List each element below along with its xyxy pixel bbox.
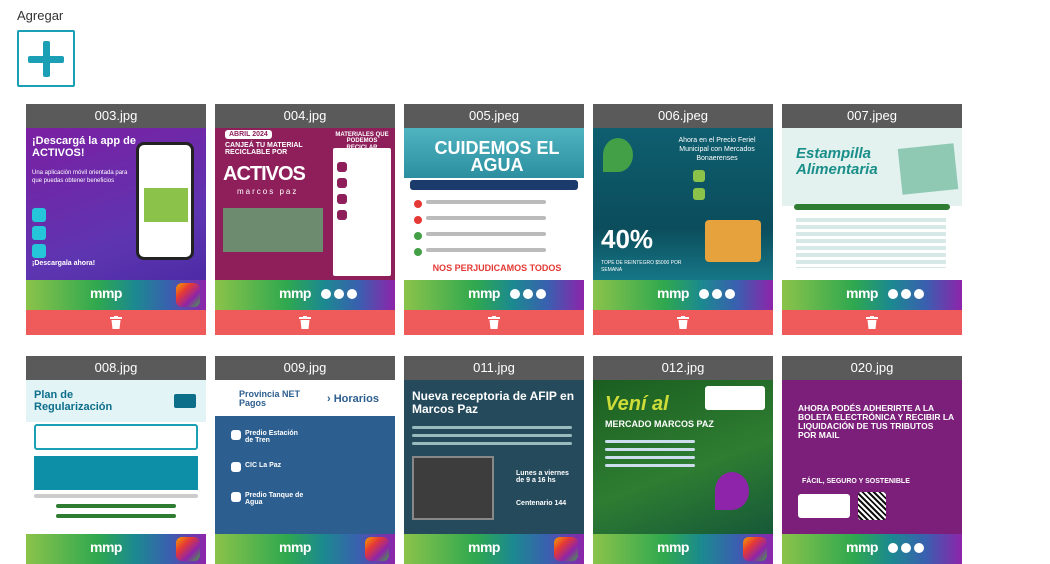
thumb-title: Estampilla Alimentaria [796,145,878,178]
image-thumbnail[interactable]: Nueva receptoria de AFIP en Marcos Paz L… [404,380,584,564]
file-card: 009.jpg Provincia NET Pagos › Horarios P… [215,356,395,564]
thumb-title: AHORA PODÉS ADHERIRTE A LA BOLETA ELECTR… [798,403,954,440]
file-name: 020.jpg [782,356,962,380]
file-card: 004.jpg ABRIL 2024 CANJEÁ TU MATERIAL RE… [215,104,395,335]
image-thumbnail[interactable]: Estampilla Alimentaria mmp [782,128,962,310]
brand-logo: mmp [279,539,311,555]
trash-icon [677,316,689,329]
delete-button[interactable] [26,310,206,335]
file-card: 012.jpg Vení al MERCADO MARCOS PAZ mmp [593,356,773,564]
thumb-item: CIC La Paz [245,462,282,469]
trash-icon [866,316,878,329]
thumb-alert: NOS PERJUDICAMOS TODOS [432,263,562,273]
image-thumbnail[interactable]: CUIDEMOS EL AGUA NOS PERJUDICAMOS TODOS … [404,128,584,310]
delete-button[interactable] [215,310,395,335]
image-thumbnail[interactable]: ¡Descargá la app de ACTIVOS! Una aplicac… [26,128,206,310]
thumb-title: Provincia NET Pagos [239,389,301,409]
file-card: 011.jpg Nueva receptoria de AFIP en Marc… [404,356,584,564]
file-name: 007.jpeg [782,104,962,128]
thumb-addr: Centenario 144 [516,500,567,507]
file-name: 004.jpg [215,104,395,128]
thumb-title: CUIDEMOS EL AGUA [434,138,560,176]
thumb-pct: 40% [601,224,654,254]
thumb-item: Predio Estación de Tren [245,430,298,445]
brand-logo: mmp [279,285,311,301]
thumb-tag: ABRIL 2024 [225,130,272,139]
delete-button[interactable] [782,310,962,335]
brand-logo: mmp [657,539,689,555]
file-name: 009.jpg [215,356,395,380]
thumb-title: Nueva receptoria de AFIP en Marcos Paz [412,389,575,416]
image-thumbnail[interactable]: Provincia NET Pagos › Horarios Predio Es… [215,380,395,564]
file-card: 003.jpg ¡Descargá la app de ACTIVOS! Una… [26,104,206,335]
brand-logo: mmp [657,285,689,301]
file-card: 007.jpeg Estampilla Alimentaria mmp [782,104,962,335]
brand-logo: mmp [90,285,122,301]
thumb-title: Vení al [605,393,669,415]
thumb-item: Predio Tanque de Agua [245,492,304,507]
thumb-title: Ahora en el Precio Feriel Municipal con … [678,137,756,163]
file-name: 011.jpg [404,356,584,380]
thumb-hours: Lunes a viernes de 9 a 16 hs [516,470,569,485]
thumb-title: ¡Descargá la app de ACTIVOS! [32,135,136,159]
add-label: Agregar [17,8,64,23]
file-card: 006.jpeg Ahora en el Precio Feriel Munic… [593,104,773,335]
file-name: 012.jpg [593,356,773,380]
thumb-sub: marcos paz [237,187,299,196]
file-name: 003.jpg [26,104,206,128]
image-thumbnail[interactable]: Vení al MERCADO MARCOS PAZ mmp [593,380,773,564]
file-name: 006.jpeg [593,104,773,128]
image-thumbnail[interactable]: ABRIL 2024 CANJEÁ TU MATERIAL RECICLABLE… [215,128,395,310]
brand-logo: mmp [846,539,878,555]
thumb-horarios: › Horarios [327,393,379,405]
thumb-tope: TOPE DE REINTEGRO $5000 POR SEMANA [601,260,682,273]
image-thumbnail[interactable]: Plan de Regularización mmp [26,380,206,564]
file-card: 005.jpeg CUIDEMOS EL AGUA NOS PERJUDICAM… [404,104,584,335]
brand-logo: mmp [468,285,500,301]
file-name: 005.jpeg [404,104,584,128]
trash-icon [299,316,311,329]
file-card: 008.jpg Plan de Regularización mmp [26,356,206,564]
thumb-title: Plan de Regularización [34,389,113,413]
thumb-title: CANJEÁ TU MATERIAL RECICLABLE POR [225,142,303,157]
trash-icon [110,316,122,329]
image-thumbnail[interactable]: AHORA PODÉS ADHERIRTE A LA BOLETA ELECTR… [782,380,962,564]
brand-logo: mmp [846,285,878,301]
thumb-sub: MERCADO MARCOS PAZ [605,419,714,429]
file-name: 008.jpg [26,356,206,380]
thumb-cta: ¡Descargala ahora! [32,260,96,267]
thumb-sub: FÁCIL, SEGURO Y SOSTENIBLE [802,478,910,485]
delete-button[interactable] [593,310,773,335]
add-button[interactable] [17,30,75,87]
brand-logo: mmp [468,539,500,555]
delete-button[interactable] [404,310,584,335]
image-thumbnail[interactable]: Ahora en el Precio Feriel Municipal con … [593,128,773,310]
file-card: 020.jpg AHORA PODÉS ADHERIRTE A LA BOLET… [782,356,962,564]
thumb-logo: ACTIVOS [223,163,306,185]
trash-icon [488,316,500,329]
brand-logo: mmp [90,539,122,555]
